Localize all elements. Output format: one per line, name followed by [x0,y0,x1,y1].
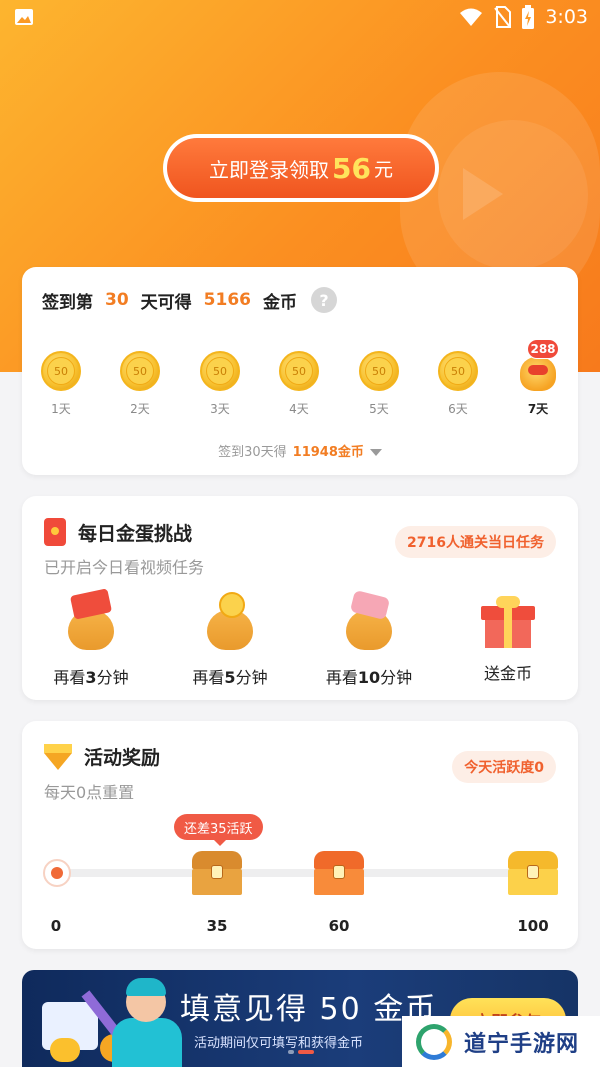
signin-day-6[interactable]: 50 6天 [428,351,488,417]
day-label: 2天 [130,402,150,416]
signin-day-4[interactable]: 50 4天 [269,351,329,417]
banner-title: 填意见得 50 金币 [180,992,438,1027]
milestone-label: 0 [50,917,62,935]
login-claim-button[interactable]: 立即登录领取 56 元 [163,134,439,202]
login-unit: 元 [373,158,393,181]
egg-title-text: 每日金蛋挑战 [78,522,193,545]
bonus-badge: 288 [527,339,559,359]
egg-task-2[interactable]: 再看5分钟 [175,592,285,688]
signin-footer[interactable]: 签到30天得 11948金币 [22,441,578,460]
egg-coin-icon [205,592,255,650]
day-label: 5天 [369,402,389,416]
egg-challenge-card: 每日金蛋挑战 已开启今日看视频任务 2716人通关当日任务 再看3分钟 再看5分… [22,496,578,700]
signin-day-2[interactable]: 50 2天 [110,351,170,417]
site-watermark: 道宁手游网 [402,1016,600,1067]
egg-red-packet-icon [66,588,116,650]
milestone-label: 100 [517,917,549,935]
login-amount: 56 [332,151,371,185]
no-sim-icon [494,6,512,28]
status-time: 3:03 [545,6,588,28]
coin-icon: 50 [438,351,478,391]
signin-day-3[interactable]: 50 3天 [190,351,250,417]
watermark-text: 道宁手游网 [464,1031,580,1057]
signin-footer-amount: 11948金币 [292,445,364,460]
signin-title-mid: 天可得 [140,292,192,313]
treasure-chest-60-icon[interactable] [314,851,364,895]
day-label: 1天 [51,402,71,416]
egg-task-label: 送金币 [483,664,532,683]
status-bar: 3:03 [0,0,600,34]
red-packet-icon [44,518,66,546]
treasure-chest-100-icon[interactable] [508,851,558,895]
banner-pager [288,1050,314,1054]
chevron-down-icon [369,449,382,456]
day-label: 7天 [527,402,549,416]
coin-icon: 50 [200,351,240,391]
banner-subtitle: 活动期间仅可填写和获得金币 [194,1036,364,1051]
help-icon[interactable]: ? [311,287,337,313]
egg-task-label: 再看5分钟 [192,668,268,687]
coin-icon: 50 [120,351,160,391]
login-label: 立即登录领取 [209,157,329,182]
coin-icon: 50 [279,351,319,391]
day-label: 3天 [210,402,230,416]
signin-coins-count: 5166 [203,290,251,310]
egg-task-1[interactable]: 再看3分钟 [36,588,146,688]
pager-dot-active [298,1050,314,1054]
milestone-label: 35 [206,917,228,935]
egg-task-label: 再看10分钟 [325,668,413,687]
image-icon [15,9,33,25]
egg-gift-icon [344,589,394,650]
activity-progress-track [56,869,546,877]
banner-illustration [30,978,190,1067]
egg-task-4[interactable]: 送金币 [453,592,563,684]
treasure-chest-35-icon[interactable] [192,851,242,895]
day-label: 4天 [289,402,309,416]
egg-card-title: 每日金蛋挑战 [44,518,192,546]
egg-task-label: 再看3分钟 [53,668,129,687]
signin-card: 签到第 30 天可得 5166 金币 ? 50 1天 50 2天 50 3天 5… [22,267,578,475]
gift-box-icon [481,596,535,648]
wifi-icon [460,8,483,26]
play-icon [463,168,503,220]
activity-title-text: 活动奖励 [84,747,161,769]
activity-reward-card: 活动奖励 每天0点重置 今天活跃度0 还差35活跃 0 35 60 100 [22,721,578,949]
egg-task-3[interactable]: 再看10分钟 [314,589,424,688]
signin-day-7[interactable]: 7天 [508,351,568,417]
activity-card-title: 活动奖励 [44,743,160,770]
site-logo-icon [416,1023,452,1060]
signin-footer-label: 签到30天得 [218,445,287,460]
day-label: 6天 [448,402,468,416]
progress-start-dot [43,859,71,887]
diamond-icon [44,743,72,770]
gift-bag-icon [520,357,556,391]
coin-icon: 50 [359,351,399,391]
activity-card-subtitle: 每天0点重置 [44,783,135,802]
signin-title-suffix: 金币 [263,292,297,313]
signin-title-prefix: 签到第 [42,292,93,313]
hero-decoration-inner [438,120,588,270]
signin-day-1[interactable]: 50 1天 [31,351,91,417]
egg-task-list: 再看3分钟 再看5分钟 再看10分钟 送金币 [22,588,578,688]
milestone-label: 60 [328,917,350,935]
activity-remaining-tooltip: 还差35活跃 [174,814,263,846]
signin-title: 签到第 30 天可得 5166 金币 ? [42,287,337,313]
pager-dot [288,1050,294,1054]
battery-charging-icon [522,5,535,29]
signin-day-5[interactable]: 50 5天 [349,351,409,417]
signin-days-count: 30 [105,290,129,310]
activity-level-pill: 今天活跃度0 [452,751,556,783]
signin-days: 50 1天 50 2天 50 3天 50 4天 50 5天 50 6天 7天 2… [22,339,578,421]
coin-icon: 50 [41,351,81,391]
egg-card-subtitle: 已开启今日看视频任务 [44,558,205,577]
egg-completion-pill: 2716人通关当日任务 [395,526,556,558]
